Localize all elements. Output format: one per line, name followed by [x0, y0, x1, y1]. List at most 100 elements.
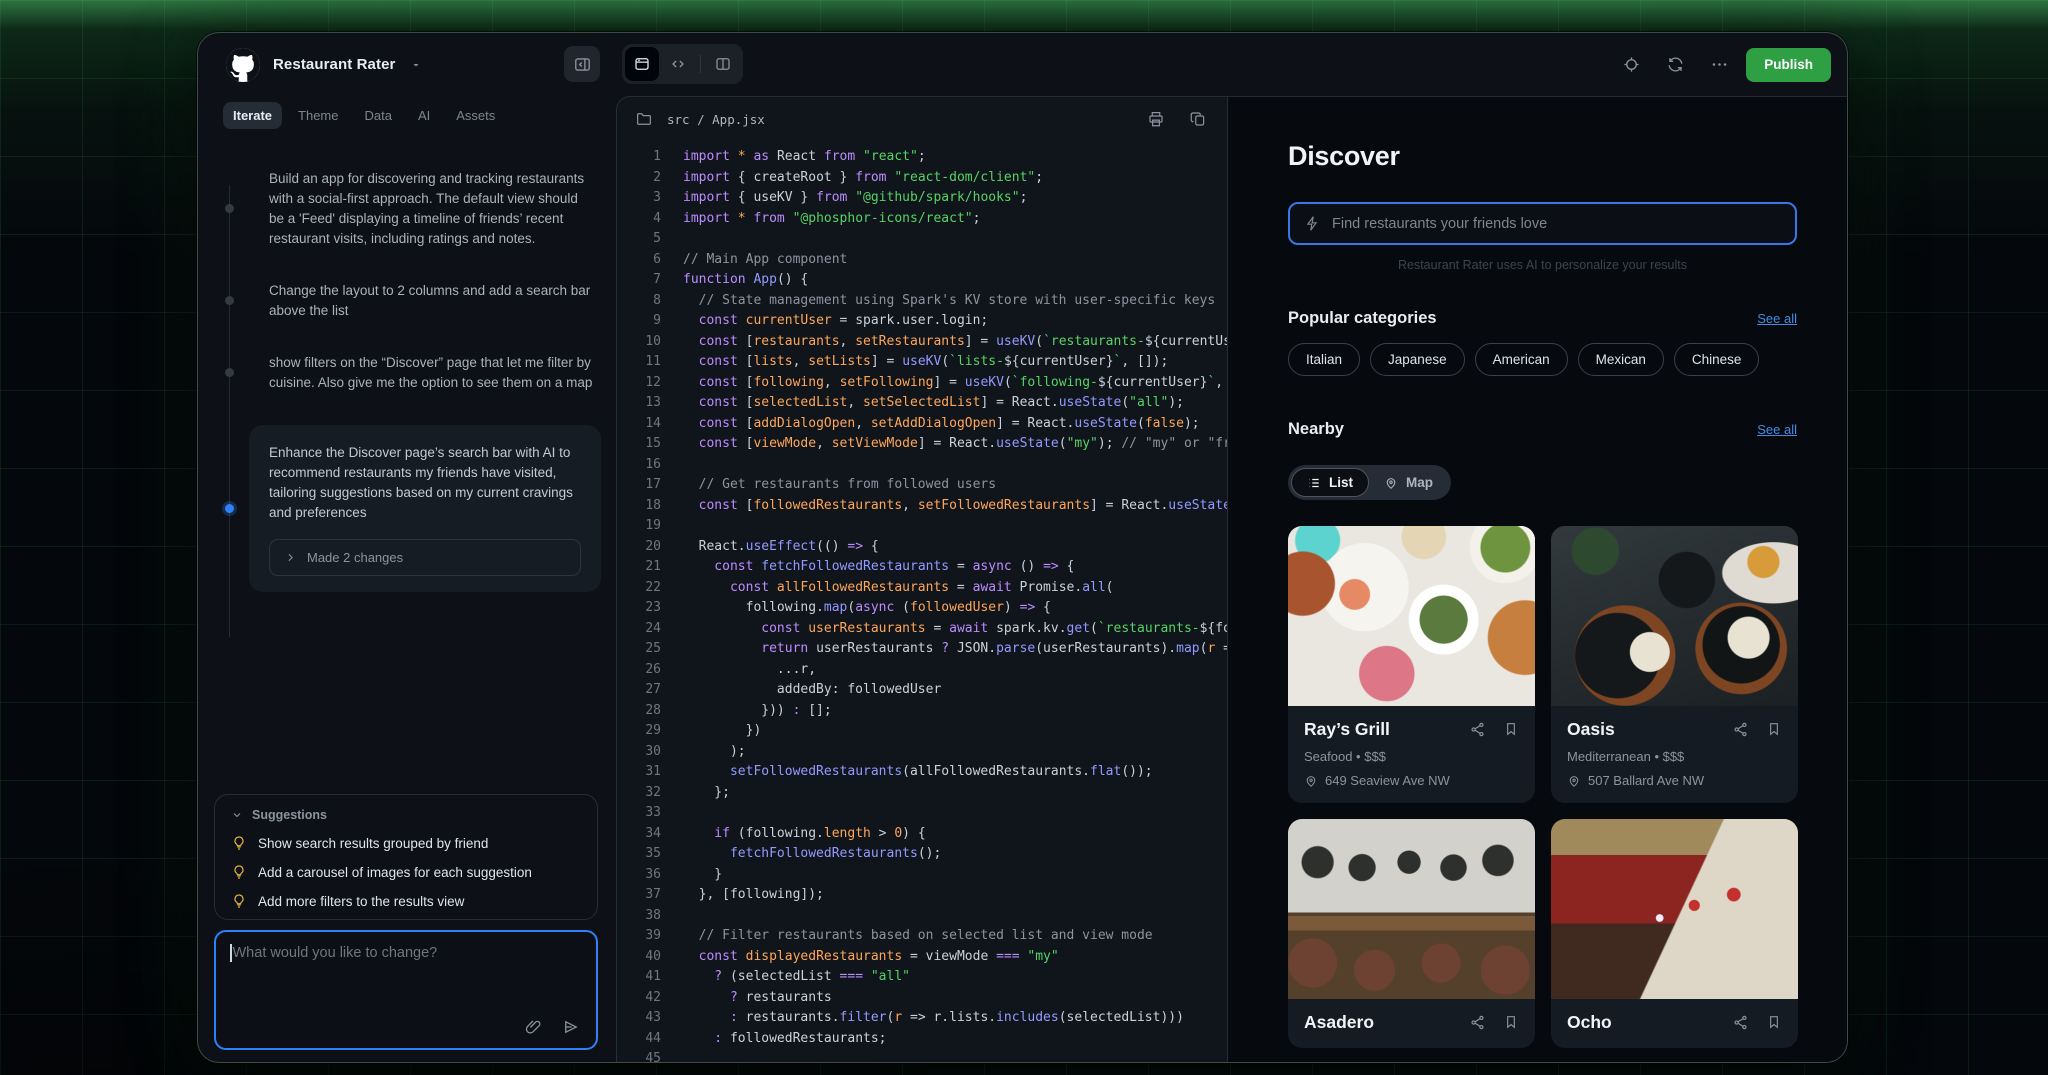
- restaurant-card-actions: [1469, 721, 1519, 738]
- restaurant-photo: [1551, 819, 1798, 999]
- tab-ai[interactable]: AI: [408, 102, 440, 129]
- line-number: 7: [629, 270, 661, 291]
- print-icon[interactable]: [1147, 110, 1165, 128]
- refresh-button[interactable]: [1658, 48, 1692, 82]
- bookmark-icon[interactable]: [1766, 1014, 1782, 1030]
- restaurant-card[interactable]: Ocho: [1551, 819, 1798, 1048]
- restaurant-meta: Mediterranean • $$$: [1567, 749, 1782, 764]
- tab-iterate[interactable]: Iterate: [223, 102, 282, 129]
- code-line: 35 fetchFollowedRestaurants();: [629, 844, 1227, 865]
- code-line: 10 const [restaurants, setRestaurants] =…: [629, 332, 1227, 353]
- active-chat-message[interactable]: Enhance the Discover page’s search bar w…: [249, 425, 601, 592]
- code-line: 9 const currentUser = spark.user.login;: [629, 311, 1227, 332]
- line-number: 6: [629, 250, 661, 271]
- suggestions-header[interactable]: Suggestions: [231, 808, 581, 822]
- line-number: 1: [629, 147, 661, 168]
- chat-message[interactable]: Change the layout to 2 columns and add a…: [269, 281, 596, 321]
- lightbulb-icon: [231, 893, 247, 909]
- code-line: 22 const allFollowedRestaurants = await …: [629, 578, 1227, 599]
- copy-icon[interactable]: [1189, 110, 1207, 128]
- popular-see-all-link[interactable]: See all: [1757, 311, 1797, 326]
- category-chip-american[interactable]: American: [1475, 343, 1568, 376]
- bookmark-icon[interactable]: [1766, 721, 1782, 737]
- tab-data[interactable]: Data: [355, 102, 402, 129]
- tab-theme[interactable]: Theme: [288, 102, 348, 129]
- preview-view-button[interactable]: [625, 47, 659, 81]
- suggestion-item[interactable]: Show search results grouped by friend: [231, 835, 581, 851]
- code-line: 37 }, [following]);: [629, 885, 1227, 906]
- publish-button[interactable]: Publish: [1746, 48, 1831, 82]
- line-number: 23: [629, 598, 661, 619]
- suggestions-title: Suggestions: [252, 808, 327, 822]
- bookmark-icon[interactable]: [1503, 1014, 1519, 1030]
- code-line: 20 React.useEffect(() => {: [629, 537, 1227, 558]
- tab-assets[interactable]: Assets: [446, 102, 505, 129]
- restaurant-card-actions: [1732, 721, 1782, 738]
- line-number: 30: [629, 742, 661, 763]
- suggestion-item[interactable]: Add more filters to the results view: [231, 893, 581, 909]
- share-icon[interactable]: [1469, 1014, 1486, 1031]
- category-chip-mexican[interactable]: Mexican: [1578, 343, 1664, 376]
- share-icon[interactable]: [1732, 1014, 1749, 1031]
- list-toggle-button[interactable]: List: [1291, 468, 1369, 497]
- restaurant-meta: Seafood • $$$: [1304, 749, 1519, 764]
- restaurant-cards-grid: Ray’s GrillSeafood • $$$649 Seaview Ave …: [1288, 526, 1797, 1048]
- send-icon[interactable]: [562, 1018, 580, 1036]
- share-icon[interactable]: [1469, 721, 1486, 738]
- line-number: 29: [629, 721, 661, 742]
- code-text: React.useEffect(() => {: [683, 539, 879, 554]
- panel-tabs: IterateTheme DataAIAssets: [198, 96, 616, 129]
- code-line: 8 // State management using Spark's KV s…: [629, 291, 1227, 312]
- code-line: 39 // Filter restaurants based on select…: [629, 926, 1227, 947]
- app-switcher[interactable]: Restaurant Rater: [226, 48, 422, 82]
- chat-message[interactable]: show filters on the “Discover” page that…: [269, 353, 596, 393]
- code-line: 31 setFollowedRestaurants(allFollowedRes…: [629, 762, 1227, 783]
- restaurant-card[interactable]: Ray’s GrillSeafood • $$$649 Seaview Ave …: [1288, 526, 1535, 803]
- code-line: 32 };: [629, 783, 1227, 804]
- timeline-dot: [225, 368, 234, 377]
- code-text: // Get restaurants from followed users: [683, 477, 996, 492]
- code-editor-panel[interactable]: src / App.jsx 1import * as React from "r…: [616, 96, 1228, 1063]
- suggestion-item[interactable]: Add a carousel of images for each sugges…: [231, 864, 581, 880]
- share-icon[interactable]: [1732, 721, 1749, 738]
- line-number: 20: [629, 537, 661, 558]
- code-text: const [lists, setLists] = useKV(`lists-$…: [683, 354, 1168, 369]
- split-view-button[interactable]: [706, 47, 740, 81]
- sidebar-toggle-icon: [573, 55, 592, 74]
- code-view-button[interactable]: [661, 47, 695, 81]
- popular-title: Popular categories: [1288, 309, 1437, 328]
- line-number: 8: [629, 291, 661, 312]
- restaurant-card-info: Ocho: [1551, 999, 1798, 1048]
- desktop-background: Restaurant Rater: [0, 0, 2048, 1075]
- category-chip-chinese[interactable]: Chinese: [1674, 343, 1760, 376]
- folder-icon[interactable]: [635, 110, 653, 128]
- code-text: function App() {: [683, 272, 808, 287]
- more-options-button[interactable]: [1702, 48, 1736, 82]
- composer-input[interactable]: What would you like to change?: [214, 930, 598, 1050]
- target-button[interactable]: [1614, 48, 1648, 82]
- line-number: 27: [629, 680, 661, 701]
- nearby-see-all-link[interactable]: See all: [1757, 422, 1797, 437]
- code-content[interactable]: 1import * as React from "react";2import …: [617, 141, 1227, 1063]
- line-number: 10: [629, 332, 661, 353]
- code-text: const userRestaurants = await spark.kv.g…: [683, 621, 1227, 636]
- map-toggle-button[interactable]: Map: [1369, 469, 1448, 496]
- category-chip-japanese[interactable]: Japanese: [1370, 343, 1465, 376]
- timeline-dot: [225, 204, 234, 213]
- line-number: 35: [629, 844, 661, 865]
- category-chip-italian[interactable]: Italian: [1288, 343, 1360, 376]
- restaurant-card[interactable]: OasisMediterranean • $$$507 Ballard Ave …: [1551, 526, 1798, 803]
- composer-actions: [524, 1018, 580, 1036]
- chat-message[interactable]: Build an app for discovering and trackin…: [269, 169, 596, 249]
- restaurant-card[interactable]: Asadero: [1288, 819, 1535, 1048]
- attachment-icon[interactable]: [524, 1018, 542, 1036]
- toggle-sidebar-button[interactable]: [564, 46, 600, 82]
- suggestion-label: Add more filters to the results view: [258, 894, 464, 909]
- changes-summary[interactable]: Made 2 changes: [269, 539, 581, 576]
- restaurant-address-text: 507 Ballard Ave NW: [1588, 773, 1704, 788]
- code-text: setFollowedRestaurants(allFollowedRestau…: [683, 764, 1153, 779]
- search-input[interactable]: Find restaurants your friends love: [1288, 202, 1797, 245]
- bookmark-icon[interactable]: [1503, 721, 1519, 737]
- line-number: 19: [629, 516, 661, 537]
- suggestion-label: Add a carousel of images for each sugges…: [258, 865, 532, 880]
